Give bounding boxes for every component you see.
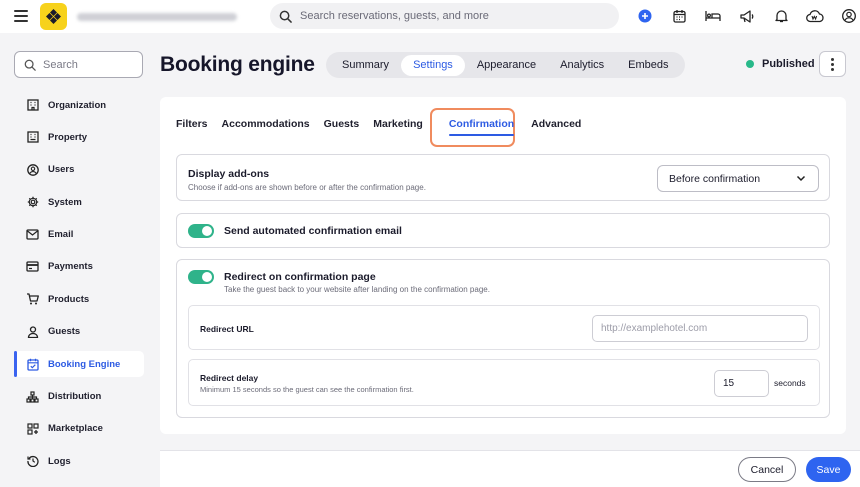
sidebar-item-label: Property xyxy=(48,131,88,143)
redirect-delay-input[interactable] xyxy=(714,370,769,397)
user-icon xyxy=(26,163,39,176)
status-text: Published xyxy=(762,58,815,70)
tab-summary[interactable]: Summary xyxy=(330,55,401,76)
calendar-icon[interactable] xyxy=(662,5,696,27)
display-addons-title: Display add-ons xyxy=(188,168,270,180)
sidebar-nav: Organization Property Users System Email… xyxy=(14,92,144,481)
save-button[interactable]: Save xyxy=(806,457,851,482)
subtab-guests[interactable]: Guests xyxy=(324,118,360,130)
settings-panel: Filters Accommodations Guests Marketing … xyxy=(160,97,846,434)
menu-icon[interactable] xyxy=(14,9,28,23)
section-tabs: Summary Settings Appearance Analytics Em… xyxy=(326,52,685,78)
sidebar-item-label: System xyxy=(48,196,82,208)
redirect-delay-row: Redirect delay Minimum 15 seconds so the… xyxy=(188,359,820,406)
sidebar-item-label: Guests xyxy=(48,326,81,338)
subtab-filters[interactable]: Filters xyxy=(176,118,208,130)
send-email-title: Send automated confirmation email xyxy=(224,225,402,237)
search-icon xyxy=(279,10,292,23)
mail-icon xyxy=(26,228,39,241)
sidebar-item-label: Email xyxy=(48,229,74,241)
user-circle-icon[interactable] xyxy=(832,5,860,27)
sidebar-item-label: Marketplace xyxy=(48,423,103,435)
more-options-button[interactable] xyxy=(819,51,846,77)
status-dot xyxy=(746,60,754,68)
bell-icon[interactable] xyxy=(764,5,798,27)
page-title: Booking engine xyxy=(160,53,315,76)
redirect-toggle[interactable] xyxy=(188,270,214,284)
redirect-url-input[interactable] xyxy=(592,315,808,342)
sidebar-item-payments[interactable]: Payments xyxy=(14,254,144,280)
footer-bar: Cancel Save xyxy=(160,450,860,487)
sidebar-item-label: Payments xyxy=(48,261,93,273)
top-bar xyxy=(0,0,860,33)
redirect-description: Take the guest back to your website afte… xyxy=(224,285,490,294)
hierarchy-icon xyxy=(26,390,39,403)
chevron-down-icon xyxy=(796,175,806,182)
global-search-input[interactable] xyxy=(300,10,600,22)
sidebar-item-label: Distribution xyxy=(48,391,102,403)
sidebar-item-label: Products xyxy=(48,293,90,305)
sidebar-item-email[interactable]: Email xyxy=(14,222,144,248)
sidebar-item-system[interactable]: System xyxy=(14,189,144,215)
sidebar-item-label: Users xyxy=(48,164,75,176)
display-addons-select[interactable]: Before confirmation xyxy=(657,165,819,192)
status-badge: Published xyxy=(746,58,815,70)
sidebar-item-users[interactable]: Users xyxy=(14,157,144,183)
calendar-check-icon xyxy=(26,358,39,371)
sidebar-item-logs[interactable]: Logs xyxy=(14,448,144,474)
property-name-blurred[interactable] xyxy=(77,7,247,26)
tab-analytics[interactable]: Analytics xyxy=(548,55,616,76)
sidebar-item-organization[interactable]: Organization xyxy=(14,92,144,118)
subtab-marketing[interactable]: Marketing xyxy=(373,118,423,130)
gear-icon xyxy=(26,196,39,209)
bed-icon[interactable] xyxy=(696,5,730,27)
person-icon xyxy=(26,325,39,338)
card-icon xyxy=(26,260,39,273)
global-search[interactable] xyxy=(270,3,619,29)
search-icon xyxy=(24,59,36,71)
display-addons-card: Display add-ons Choose if add-ons are sh… xyxy=(176,154,830,201)
sidebar-item-property[interactable]: Property xyxy=(14,124,144,150)
settings-subtabs: Filters Accommodations Guests Marketing … xyxy=(176,118,595,136)
sidebar-item-guests[interactable]: Guests xyxy=(14,319,144,345)
redirect-delay-label: Redirect delay xyxy=(200,373,259,383)
sidebar-search[interactable] xyxy=(14,51,143,78)
subtab-advanced[interactable]: Advanced xyxy=(531,118,581,130)
sidebar-item-booking-engine[interactable]: Booking Engine xyxy=(14,351,144,378)
megaphone-icon[interactable] xyxy=(730,5,764,27)
app-logo[interactable] xyxy=(40,3,67,30)
sidebar-item-label: Booking Engine xyxy=(48,358,121,370)
redirect-delay-unit: seconds xyxy=(774,378,806,388)
sidebar-item-marketplace[interactable]: Marketplace xyxy=(14,416,144,442)
sidebar-item-label: Organization xyxy=(48,99,107,111)
subtab-accommodations[interactable]: Accommodations xyxy=(222,118,310,130)
display-addons-selected: Before confirmation xyxy=(669,172,761,185)
sidebar-item-distribution[interactable]: Distribution xyxy=(14,384,144,410)
tab-settings[interactable]: Settings xyxy=(401,54,465,76)
redirect-delay-description: Minimum 15 seconds so the guest can see … xyxy=(200,385,414,394)
redirect-url-label: Redirect URL xyxy=(200,324,254,334)
send-email-toggle[interactable] xyxy=(188,224,214,238)
cloud-w-icon[interactable] xyxy=(798,5,832,27)
redirect-card: Redirect on confirmation page Take the g… xyxy=(176,259,830,418)
redirect-title: Redirect on confirmation page xyxy=(224,271,376,283)
building-icon xyxy=(26,99,39,112)
tab-appearance[interactable]: Appearance xyxy=(465,55,548,76)
redirect-url-row: Redirect URL xyxy=(188,305,820,350)
sidebar-item-label: Logs xyxy=(48,455,71,467)
cart-icon xyxy=(26,293,39,306)
grid-plus-icon xyxy=(26,422,39,435)
logo-mark-icon xyxy=(46,9,61,24)
display-addons-description: Choose if add-ons are shown before or af… xyxy=(188,183,426,192)
tab-embeds[interactable]: Embeds xyxy=(616,55,680,76)
sidebar-search-input[interactable] xyxy=(43,58,133,71)
history-icon xyxy=(26,455,39,468)
property-icon xyxy=(26,131,39,144)
cancel-button[interactable]: Cancel xyxy=(738,457,796,482)
add-circle-icon[interactable] xyxy=(628,5,662,27)
sidebar-item-products[interactable]: Products xyxy=(14,286,144,312)
send-email-card: Send automated confirmation email xyxy=(176,213,830,248)
subtab-confirmation[interactable]: Confirmation xyxy=(448,118,515,136)
